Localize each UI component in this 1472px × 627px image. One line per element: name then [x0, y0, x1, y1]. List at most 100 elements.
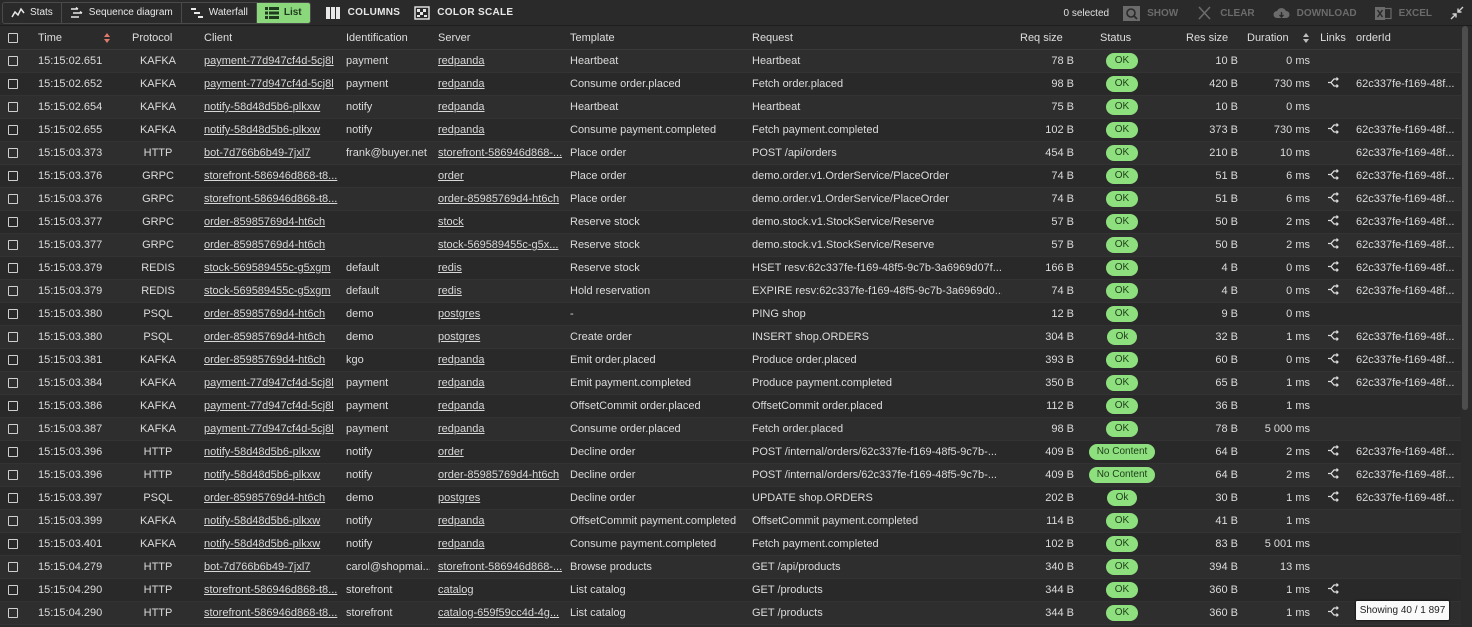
cell-links[interactable]: [1318, 464, 1348, 486]
cell-client-link[interactable]: order-85985769d4-ht6ch: [204, 234, 338, 256]
link-icon[interactable]: [1327, 284, 1339, 298]
clear-button[interactable]: CLEAR: [1196, 5, 1255, 21]
view-stats-button[interactable]: Stats: [3, 2, 62, 23]
row-checkbox[interactable]: [8, 441, 19, 463]
row-checkbox[interactable]: [8, 510, 19, 532]
row-checkbox[interactable]: [8, 533, 19, 555]
cell-links[interactable]: [1318, 602, 1348, 624]
cell-server-link[interactable]: redpanda: [438, 533, 562, 555]
table-row[interactable]: 15:15:04.279 HTTP bot-7d766b6b49-7jxl7 caro…: [0, 556, 1461, 579]
row-checkbox[interactable]: [8, 326, 19, 348]
table-row[interactable]: 15:15:04.290 HTTP storefront-586946d868-t8…: [0, 602, 1461, 625]
cell-server-link[interactable]: redpanda: [438, 395, 562, 417]
column-header-links[interactable]: Links: [1318, 26, 1348, 49]
table-row[interactable]: 15:15:03.377 GRPC order-85985769d4-ht6ch st…: [0, 211, 1461, 234]
cell-server-link[interactable]: order-85985769d4-ht6ch: [438, 464, 562, 486]
cell-client-link[interactable]: notify-58d48d5b6-plkxw: [204, 464, 338, 486]
cell-server-link[interactable]: redpanda: [438, 372, 562, 394]
column-header-request[interactable]: Request: [752, 26, 1002, 49]
row-checkbox[interactable]: [8, 303, 19, 325]
cell-links[interactable]: [1318, 280, 1348, 302]
cell-server-link[interactable]: redpanda: [438, 510, 562, 532]
cell-client-link[interactable]: bot-7d766b6b49-7jxl7: [204, 556, 338, 578]
cell-links[interactable]: [1318, 211, 1348, 233]
row-checkbox[interactable]: [8, 234, 19, 256]
link-icon[interactable]: [1327, 330, 1339, 344]
select-all-checkbox[interactable]: [8, 26, 19, 49]
cell-client-link[interactable]: payment-77d947cf4d-5cj8l: [204, 395, 338, 417]
table-row[interactable]: 15:15:03.381 KAFKA order-85985769d4-ht6ch k…: [0, 349, 1461, 372]
columns-button[interactable]: COLUMNS: [325, 6, 401, 20]
table-row[interactable]: 15:15:03.399 KAFKA notify-58d48d5b6-plkxw n…: [0, 510, 1461, 533]
view-waterfall-button[interactable]: Waterfall: [182, 2, 257, 23]
cell-links[interactable]: [1318, 165, 1348, 187]
cell-server-link[interactable]: catalog: [438, 579, 562, 601]
cell-client-link[interactable]: storefront-586946d868-t8...: [204, 165, 338, 187]
column-header-template[interactable]: Template: [570, 26, 746, 49]
table-row[interactable]: 15:15:02.654 KAFKA notify-58d48d5b6-plkxw n…: [0, 96, 1461, 119]
cell-client-link[interactable]: order-85985769d4-ht6ch: [204, 211, 338, 233]
link-icon[interactable]: [1327, 491, 1339, 505]
cell-server-link[interactable]: redpanda: [438, 50, 562, 72]
row-checkbox[interactable]: [8, 119, 19, 141]
cell-client-link[interactable]: payment-77d947cf4d-5cj8l: [204, 372, 338, 394]
table-row[interactable]: 15:15:02.652 KAFKA payment-77d947cf4d-5cj8…: [0, 73, 1461, 96]
vertical-scrollbar[interactable]: [1462, 26, 1468, 410]
cell-server-link[interactable]: postgres: [438, 326, 562, 348]
column-header-server[interactable]: Server: [438, 26, 562, 49]
link-icon[interactable]: [1327, 192, 1339, 206]
row-checkbox[interactable]: [8, 579, 19, 601]
row-checkbox[interactable]: [8, 418, 19, 440]
row-checkbox[interactable]: [8, 349, 19, 371]
link-icon[interactable]: [1327, 445, 1339, 459]
link-icon[interactable]: [1327, 261, 1339, 275]
cell-client-link[interactable]: notify-58d48d5b6-plkxw: [204, 510, 338, 532]
column-header-req-size[interactable]: Req size: [1020, 26, 1086, 49]
table-row[interactable]: 15:15:03.396 HTTP notify-58d48d5b6-plkxw no…: [0, 441, 1461, 464]
cell-client-link[interactable]: order-85985769d4-ht6ch: [204, 349, 338, 371]
view-list-button[interactable]: List: [256, 2, 310, 23]
table-row[interactable]: 15:15:03.384 KAFKA payment-77d947cf4d-5cj8…: [0, 372, 1461, 395]
cell-server-link[interactable]: order: [438, 165, 562, 187]
row-checkbox[interactable]: [8, 372, 19, 394]
cell-client-link[interactable]: payment-77d947cf4d-5cj8l: [204, 73, 338, 95]
row-checkbox[interactable]: [8, 50, 19, 72]
row-checkbox[interactable]: [8, 464, 19, 486]
column-header-order-id[interactable]: orderId: [1356, 26, 1456, 49]
link-icon[interactable]: [1327, 468, 1339, 482]
cell-client-link[interactable]: notify-58d48d5b6-plkxw: [204, 533, 338, 555]
cell-client-link[interactable]: order-85985769d4-ht6ch: [204, 303, 338, 325]
download-button[interactable]: DOWNLOAD: [1273, 6, 1357, 21]
column-header-client[interactable]: Client: [204, 26, 338, 49]
table-row[interactable]: 15:15:03.386 KAFKA payment-77d947cf4d-5cj8…: [0, 395, 1461, 418]
cell-client-link[interactable]: payment-77d947cf4d-5cj8l: [204, 418, 338, 440]
column-header-status[interactable]: Status: [1100, 26, 1168, 49]
table-row[interactable]: 15:15:03.396 HTTP notify-58d48d5b6-plkxw no…: [0, 464, 1461, 487]
cell-links[interactable]: [1318, 73, 1348, 95]
link-icon[interactable]: [1327, 215, 1339, 229]
row-checkbox[interactable]: [8, 188, 19, 210]
row-checkbox[interactable]: [8, 487, 19, 509]
cell-links[interactable]: [1318, 119, 1348, 141]
column-header-identification[interactable]: Identification: [346, 26, 430, 49]
cell-links[interactable]: [1318, 441, 1348, 463]
table-row[interactable]: 15:15:03.397 PSQL order-85985769d4-ht6ch de…: [0, 487, 1461, 510]
link-icon[interactable]: [1327, 238, 1339, 252]
cell-client-link[interactable]: storefront-586946d868-t8...: [204, 188, 338, 210]
cell-links[interactable]: [1318, 487, 1348, 509]
link-icon[interactable]: [1327, 123, 1339, 137]
row-checkbox[interactable]: [8, 257, 19, 279]
table-row[interactable]: 15:15:03.373 HTTP bot-7d766b6b49-7jxl7 fran…: [0, 142, 1461, 165]
show-button[interactable]: SHOW: [1123, 5, 1178, 21]
color-scale-button[interactable]: COLOR SCALE: [414, 5, 513, 20]
cell-links[interactable]: [1318, 349, 1348, 371]
row-checkbox[interactable]: [8, 556, 19, 578]
excel-button[interactable]: EXCEL: [1374, 6, 1432, 21]
cell-server-link[interactable]: redpanda: [438, 418, 562, 440]
table-row[interactable]: 15:15:03.387 KAFKA payment-77d947cf4d-5cj8…: [0, 418, 1461, 441]
table-row[interactable]: 15:15:02.655 KAFKA notify-58d48d5b6-plkxw n…: [0, 119, 1461, 142]
table-row[interactable]: 15:15:03.377 GRPC order-85985769d4-ht6ch st…: [0, 234, 1461, 257]
table-row[interactable]: 15:15:03.379 REDIS stock-569589455c-g5xgm d…: [0, 257, 1461, 280]
cell-server-link[interactable]: postgres: [438, 303, 562, 325]
row-checkbox[interactable]: [8, 96, 19, 118]
